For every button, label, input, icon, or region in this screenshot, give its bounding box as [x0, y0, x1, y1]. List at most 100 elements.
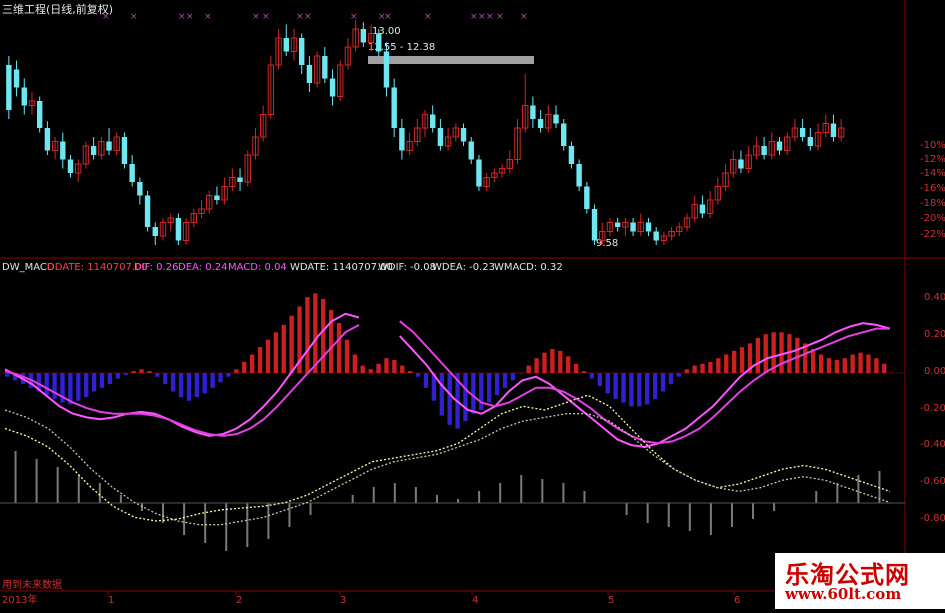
macd-bar [257, 347, 263, 373]
candle-body-down [214, 195, 220, 200]
weekly-hist-bar [288, 503, 291, 527]
candle-body-down [437, 128, 444, 146]
candle-body-down [144, 195, 151, 227]
macd-bar [463, 373, 468, 422]
macd-bar [439, 373, 444, 416]
macd-bar [716, 358, 721, 373]
chart-canvas[interactable]: 三维工程(日线,前复权) DW_MACD DDATE: 1140707.00 D… [0, 0, 945, 609]
signal-marker: × [296, 12, 304, 22]
candle-body-down [568, 146, 575, 164]
macd-bar [581, 371, 587, 373]
macd-bar [779, 332, 784, 373]
weekly-hist-bar [499, 483, 502, 503]
candle-body-down [537, 119, 544, 128]
macd-bar [494, 373, 500, 396]
macd-bar [178, 373, 184, 398]
wmacd-readout: WMACD: 0.32 [494, 262, 563, 273]
macd-readout: MACD: 0.04 [228, 262, 287, 273]
candle-body-down [36, 101, 43, 128]
candle-body-down [699, 204, 706, 214]
macd-bar [249, 354, 255, 373]
weekly-hist-bar [583, 491, 586, 503]
weekly-hist-bar [414, 487, 417, 503]
macd-bar [392, 360, 397, 373]
macd-bar [76, 373, 81, 401]
weekly-hist-bar [435, 495, 438, 503]
macd-bar [660, 373, 666, 392]
macd-bar [321, 299, 326, 373]
weekly-hist-bar [204, 503, 207, 543]
macd-bar [502, 373, 508, 388]
macd-bar [194, 373, 199, 398]
macd-bar [376, 363, 381, 373]
macd-bar [147, 371, 152, 373]
macd-bar [447, 373, 452, 425]
weekly-hist-bar [119, 495, 122, 503]
weekly-hist-bar [267, 503, 270, 539]
macd-bar [605, 373, 610, 394]
signal-marker: × [470, 12, 478, 22]
candle-body-down [738, 159, 744, 169]
price-y-tick: -10% [920, 140, 945, 151]
candle-body-down [430, 114, 436, 128]
weekly-hist-bar [730, 503, 733, 527]
price-y-tick: -16% [920, 183, 945, 194]
candle-body-down [799, 128, 806, 137]
macd-bar [5, 373, 10, 377]
weekly-hist-bar [541, 479, 544, 503]
macd-bar [882, 363, 887, 373]
macd-bar [273, 332, 279, 373]
weekly-hist-bar [752, 503, 755, 519]
wdea-readout: WDEA: -0.23 [432, 262, 495, 273]
macd-bar [336, 323, 342, 373]
macd-y-tick: 0.40 [924, 292, 945, 303]
candle-body-down [90, 146, 97, 155]
candle-body-down [299, 38, 305, 65]
weekly-hist-bar [836, 483, 839, 503]
signal-marker: × [486, 12, 494, 22]
macd-bar [44, 373, 49, 396]
candle-body-down [283, 38, 289, 52]
macd-bar [637, 373, 642, 407]
macd-bar [265, 339, 271, 373]
candle-body-down [776, 141, 783, 151]
candle-body-down [152, 227, 158, 236]
macd-bar [415, 373, 421, 377]
macd-bar [471, 373, 476, 414]
dif-readout: DIF: 0.26 [134, 262, 178, 273]
macd-bar [305, 297, 310, 373]
macd-bar [487, 373, 492, 403]
chart-background [0, 0, 945, 609]
weekly-hist-bar [773, 503, 776, 511]
macd-bar [850, 354, 855, 373]
macd-bar [170, 373, 176, 392]
weekly-hist-bar [688, 503, 691, 531]
signal-marker: × [520, 12, 528, 22]
candle-body-down [67, 159, 74, 173]
weekly-hist-bar [309, 503, 312, 515]
weekly-hist-bar [667, 503, 670, 527]
macd-bar [313, 293, 318, 373]
candle-body-down [376, 33, 382, 52]
macd-bar [155, 373, 160, 377]
signal-marker: × [496, 12, 504, 22]
ddate-readout: DDATE: 1140707.00 [47, 262, 148, 273]
price-panel-title: 三维工程(日线,前复权) [2, 2, 113, 16]
wdif-readout: WDIF: -0.08 [378, 262, 436, 273]
weekly-hist-bar [562, 483, 565, 503]
macd-bar [573, 363, 579, 373]
signal-marker: × [102, 12, 110, 22]
weekly-hist-bar [857, 475, 860, 503]
macd-y-tick: -0.80 [920, 513, 945, 524]
macd-bar [589, 373, 595, 379]
weekly-hist-bar [709, 503, 712, 535]
watermark-logo: 乐淘公式网 www.60lt.com [775, 553, 945, 609]
weekly-hist-bar [520, 475, 523, 503]
candle-body-down [383, 51, 390, 88]
macd-bar [107, 373, 113, 385]
macd-bar [834, 360, 840, 373]
candle-body-down [129, 164, 135, 182]
macd-bar [542, 352, 547, 373]
macd-bar [652, 373, 658, 399]
dea-readout: DEA: 0.24 [178, 262, 228, 273]
